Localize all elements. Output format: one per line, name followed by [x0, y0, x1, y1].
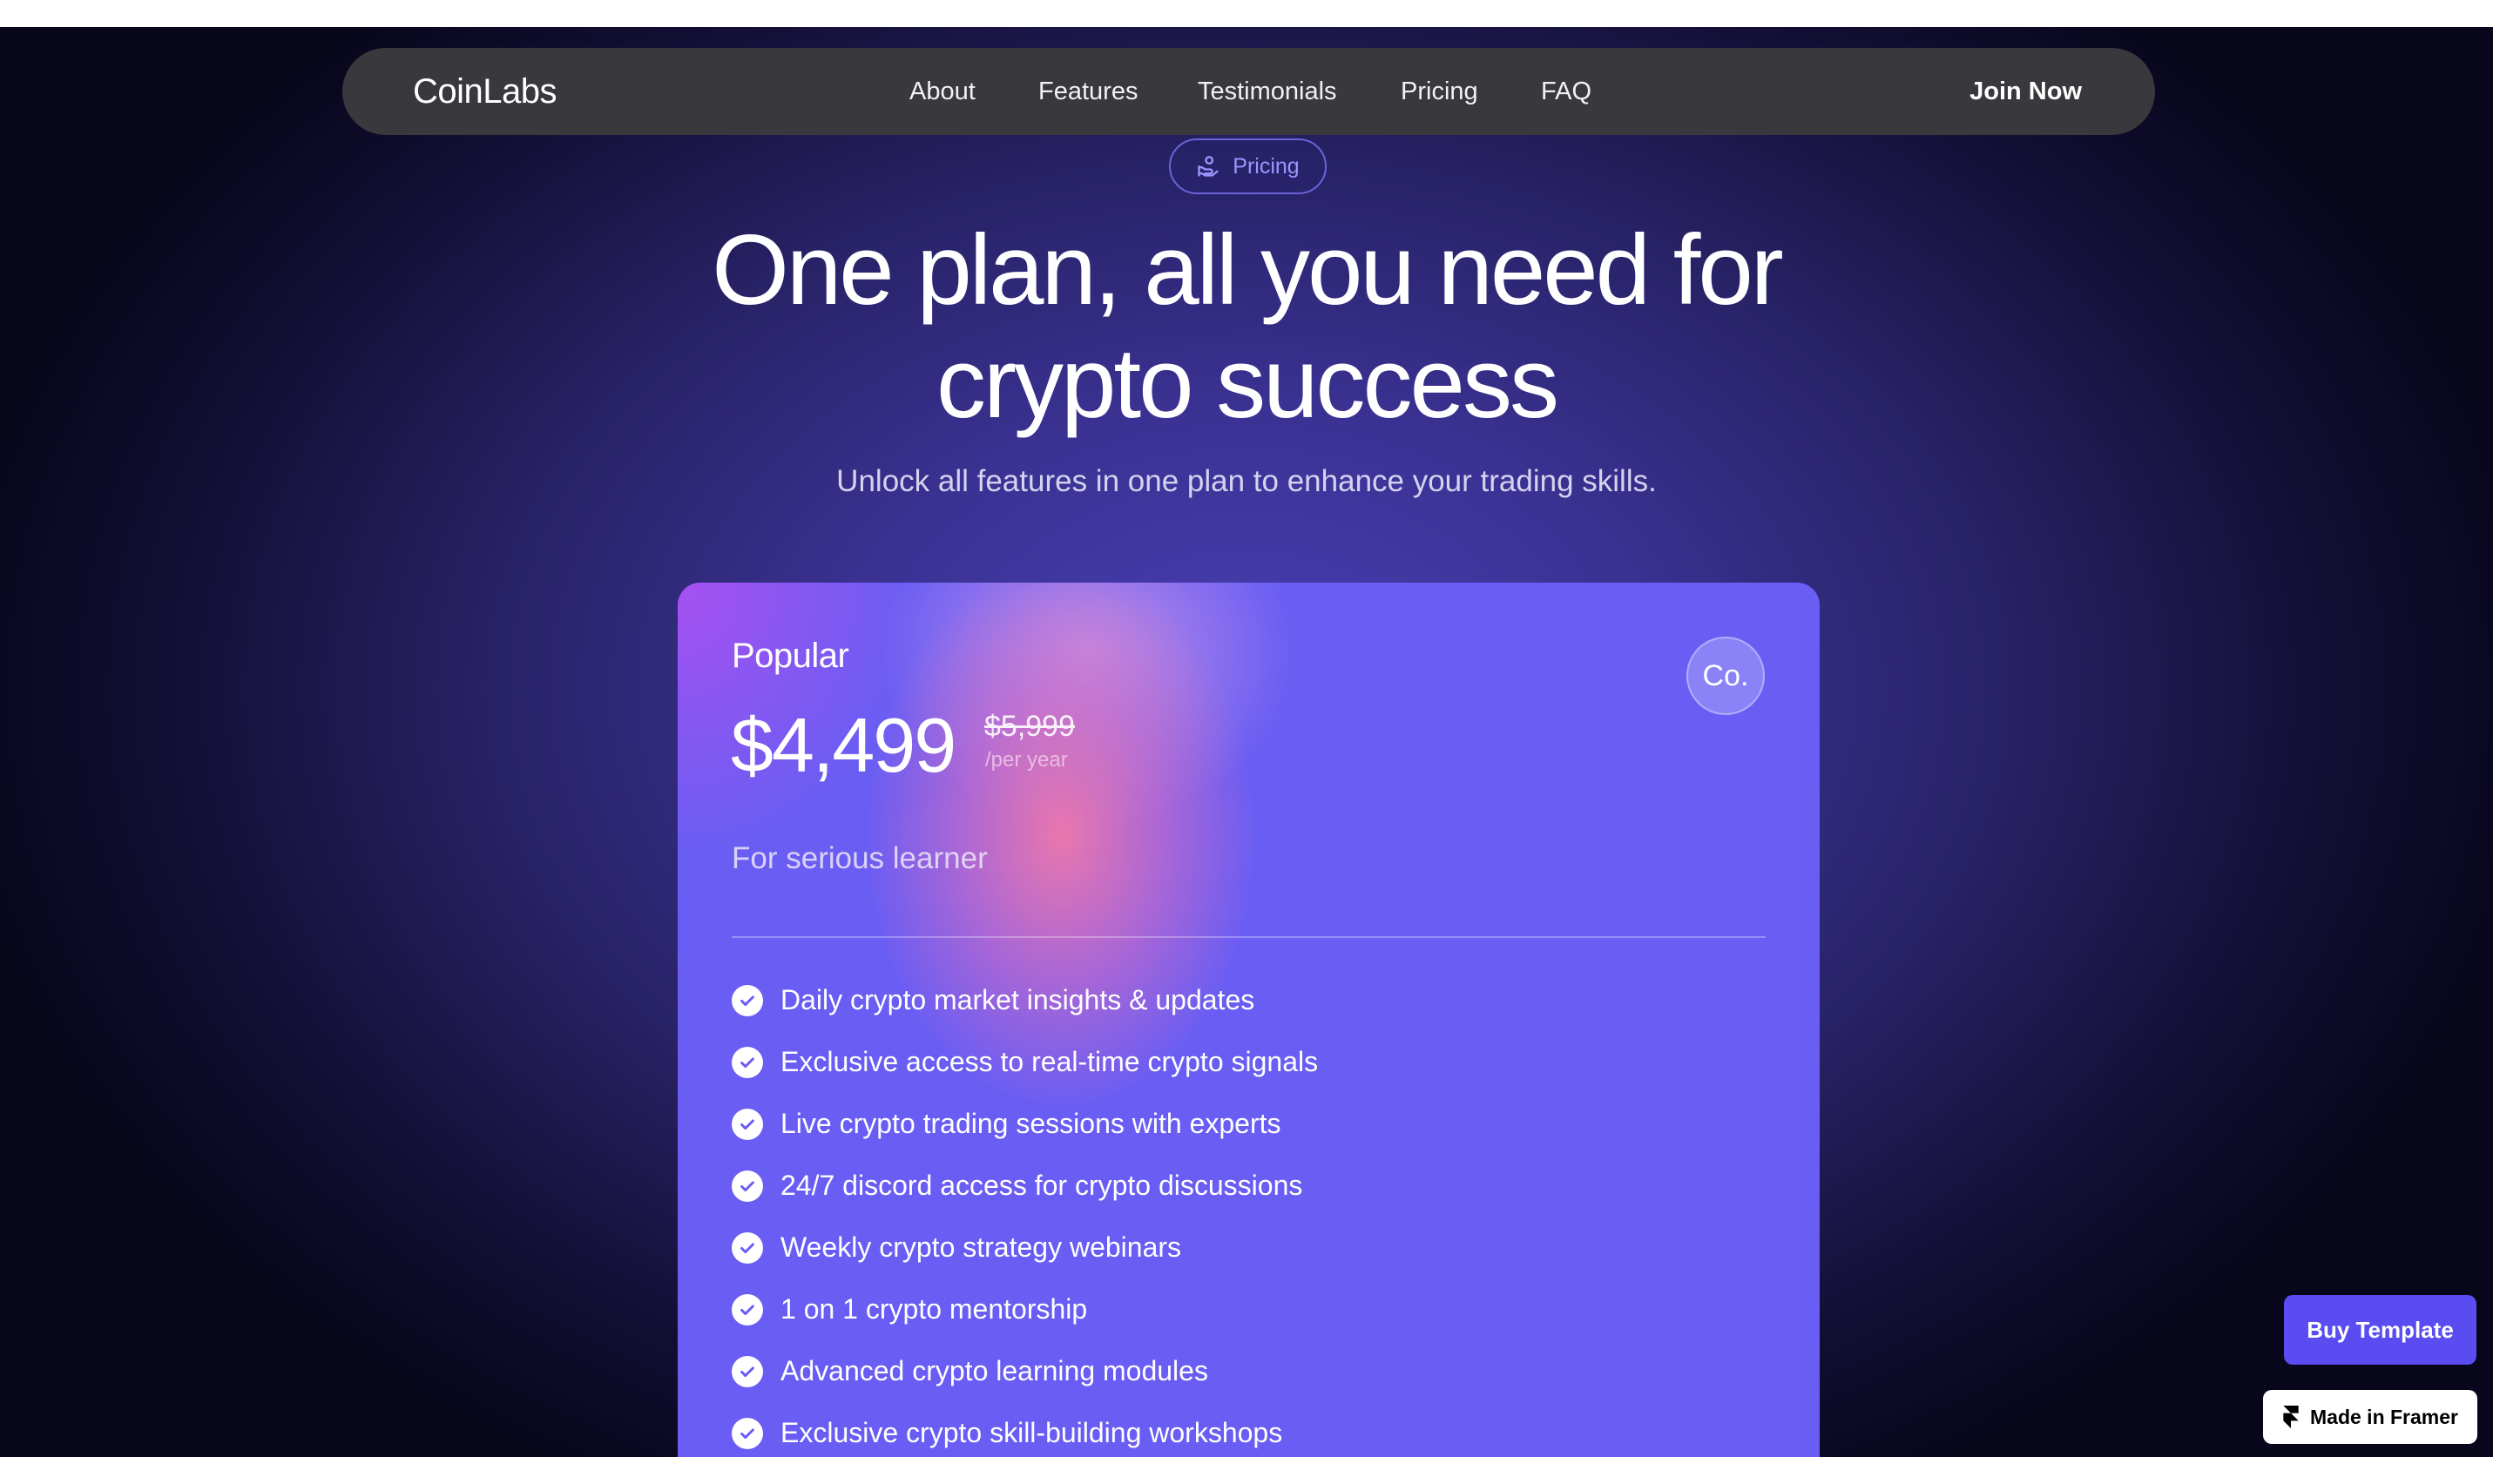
- feature-item: Weekly crypto strategy webinars: [732, 1217, 1318, 1278]
- check-icon: [732, 1417, 763, 1449]
- feature-label: 1 on 1 crypto mentorship: [780, 1293, 1088, 1325]
- plan-name: Popular: [732, 637, 849, 675]
- hand-coin-icon: [1198, 156, 1219, 177]
- join-now-button[interactable]: Join Now: [1969, 48, 2082, 135]
- feature-label: Daily crypto market insights & updates: [780, 984, 1255, 1015]
- feature-item: Exclusive crypto skill-building workshop…: [732, 1402, 1318, 1457]
- check-icon: [732, 1355, 763, 1387]
- check-icon: [732, 1170, 763, 1202]
- feature-item: Daily crypto market insights & updates: [732, 969, 1318, 1031]
- title-line-1: One plan, all you need for: [712, 215, 1784, 326]
- check-icon: [732, 1046, 763, 1078]
- made-in-framer-badge[interactable]: Made in Framer: [2263, 1390, 2477, 1444]
- feature-item: Live crypto trading sessions with expert…: [732, 1093, 1318, 1155]
- nav-link-about[interactable]: About: [909, 48, 976, 135]
- page-title: One plan, all you need for crypto succes…: [0, 214, 2493, 441]
- feature-item: Exclusive access to real-time crypto sig…: [732, 1031, 1318, 1093]
- nav-link-testimonials[interactable]: Testimonials: [1198, 48, 1337, 135]
- divider: [732, 936, 1766, 938]
- brand-badge: Co.: [1686, 637, 1765, 715]
- top-navbar: CoinLabs About Features Testimonials Pri…: [342, 48, 2155, 135]
- page-background: CoinLabs About Features Testimonials Pri…: [0, 27, 2493, 1457]
- feature-list: Daily crypto market insights & updates E…: [732, 969, 1318, 1457]
- nav-link-features[interactable]: Features: [1038, 48, 1138, 135]
- made-in-framer-label: Made in Framer: [2310, 1405, 2458, 1428]
- plan-period: /per year: [985, 748, 1068, 772]
- pill-label: Pricing: [1233, 153, 1300, 179]
- title-line-2: crypto success: [936, 328, 1559, 439]
- feature-item: 24/7 discord access for crypto discussio…: [732, 1155, 1318, 1217]
- feature-item: 1 on 1 crypto mentorship: [732, 1278, 1318, 1340]
- plan-old-price: $5,999: [984, 710, 1075, 743]
- feature-label: Advanced crypto learning modules: [780, 1355, 1208, 1386]
- plan-price: $4,499: [731, 702, 956, 788]
- framer-logo-icon: [2283, 1406, 2299, 1428]
- check-icon: [732, 1231, 763, 1264]
- check-icon: [732, 1108, 763, 1140]
- pricing-card: Popular $4,499 $5,999 /per year For seri…: [678, 583, 1820, 1457]
- nav-link-faq[interactable]: FAQ: [1541, 48, 1591, 135]
- section-pill: Pricing: [1169, 138, 1327, 194]
- nav-link-pricing[interactable]: Pricing: [1401, 48, 1478, 135]
- feature-label: Weekly crypto strategy webinars: [780, 1231, 1182, 1263]
- page-subtitle: Unlock all features in one plan to enhan…: [836, 464, 1657, 498]
- feature-label: Exclusive access to real-time crypto sig…: [780, 1046, 1319, 1077]
- buy-template-button[interactable]: Buy Template: [2284, 1295, 2476, 1365]
- plan-tagline: For serious learner: [732, 841, 988, 875]
- check-icon: [732, 984, 763, 1016]
- nav-links: About Features Testimonials Pricing FAQ: [342, 48, 2155, 135]
- feature-item: Advanced crypto learning modules: [732, 1340, 1318, 1402]
- feature-label: 24/7 discord access for crypto discussio…: [780, 1170, 1303, 1201]
- feature-label: Exclusive crypto skill-building workshop…: [780, 1417, 1283, 1448]
- feature-label: Live crypto trading sessions with expert…: [780, 1108, 1281, 1139]
- check-icon: [732, 1293, 763, 1325]
